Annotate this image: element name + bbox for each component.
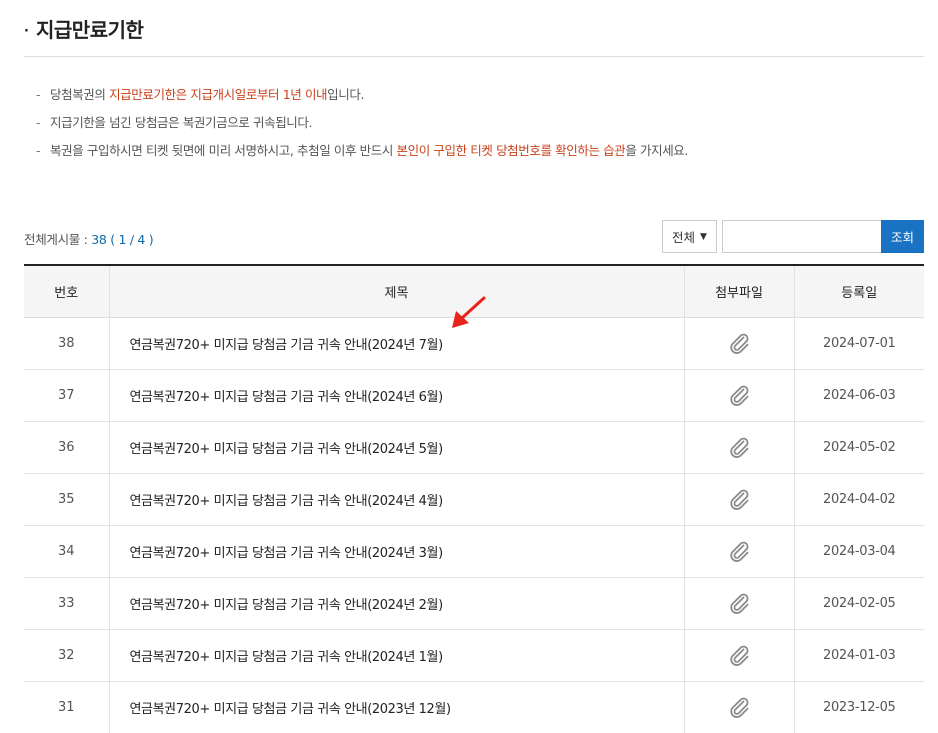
notice-list: - 당첨복권의 지급만료기한은 지급개시일로부터 1년 이내입니다. - 지급기한을 …	[36, 84, 688, 168]
page-header: · 지급만료기한	[24, 14, 924, 57]
row-attachment-cell	[684, 421, 795, 474]
row-attachment-cell	[684, 681, 795, 733]
row-title-cell: 연금복권720+ 미지급 당첨금 기금 귀속 안내(2024년 4월)	[109, 473, 685, 526]
search-button[interactable]: 조회	[881, 220, 924, 253]
column-header-date: 등록일	[794, 264, 924, 318]
notice-dash: -	[36, 143, 41, 158]
board-table: 번호 제목 첨부파일 등록일 38 연금복권720+ 미지급 당첨금 기금 귀속 …	[24, 264, 924, 733]
paperclip-icon[interactable]	[727, 331, 751, 355]
row-date: 2024-07-01	[794, 317, 924, 370]
row-number: 38	[24, 317, 110, 370]
notice-text: 을 가지세요.	[625, 143, 688, 158]
row-attachment-cell	[684, 473, 795, 526]
row-date: 2023-12-05	[794, 681, 924, 733]
notice-dash: -	[36, 87, 41, 102]
column-header-number: 번호	[24, 264, 110, 318]
row-number: 36	[24, 421, 110, 474]
row-number: 35	[24, 473, 110, 526]
row-title-cell: 연금복권720+ 미지급 당첨금 기금 귀속 안내(2024년 1월)	[109, 629, 685, 682]
row-attachment-cell	[684, 525, 795, 578]
row-number: 31	[24, 681, 110, 733]
total-count: 38	[91, 232, 107, 247]
table-row[interactable]: 36 연금복권720+ 미지급 당첨금 기금 귀속 안내(2024년 5월) 202…	[24, 421, 924, 474]
row-title-link[interactable]: 연금복권720+ 미지급 당첨금 기금 귀속 안내(2024년 5월)	[130, 442, 444, 457]
table-row[interactable]: 34 연금복권720+ 미지급 당첨금 기금 귀속 안내(2024년 3월) 202…	[24, 525, 924, 578]
row-attachment-cell	[684, 629, 795, 682]
total-label: 전체게시물 :	[24, 232, 92, 247]
column-header-title: 제목	[109, 264, 685, 318]
table-row[interactable]: 37 연금복권720+ 미지급 당첨금 기금 귀속 안내(2024년 6월) 202…	[24, 369, 924, 422]
title-bullet: ·	[24, 24, 29, 39]
paperclip-icon[interactable]	[727, 695, 751, 719]
row-title-cell: 연금복권720+ 미지급 당첨금 기금 귀속 안내(2024년 6월)	[109, 369, 685, 422]
search-category-value: 전체	[672, 230, 696, 245]
row-attachment-cell	[684, 317, 795, 370]
notice-text: 당첨복권의	[50, 87, 110, 102]
row-title-link[interactable]: 연금복권720+ 미지급 당첨금 기금 귀속 안내(2024년 6월)	[130, 390, 444, 405]
board-info: 전체게시물 : 38 ( 1 / 4 )	[24, 229, 154, 248]
row-number: 32	[24, 629, 110, 682]
paperclip-icon[interactable]	[727, 539, 751, 563]
row-date: 2024-06-03	[794, 369, 924, 422]
column-header-attachment: 첨부파일	[684, 264, 795, 318]
caret-down-icon: ▼	[700, 231, 707, 242]
paperclip-icon[interactable]	[727, 591, 751, 615]
page-title: 지급만료기한	[36, 18, 144, 42]
row-date: 2024-01-03	[794, 629, 924, 682]
notice-highlight: 본인이 구입한 티켓 당첨번호를 확인하는 습관	[396, 143, 626, 158]
row-title-cell: 연금복권720+ 미지급 당첨금 기금 귀속 안내(2024년 2월)	[109, 577, 685, 630]
row-title-link[interactable]: 연금복권720+ 미지급 당첨금 기금 귀속 안내(2024년 2월)	[130, 598, 444, 613]
row-date: 2024-05-02	[794, 421, 924, 474]
paperclip-icon[interactable]	[727, 643, 751, 667]
row-title-link[interactable]: 연금복권720+ 미지급 당첨금 기금 귀속 안내(2023년 12월)	[130, 702, 452, 717]
notice-text: 지급기한을 넘긴 당첨금은 복권기금으로 귀속됩니다.	[50, 115, 313, 130]
row-number: 37	[24, 369, 110, 422]
paperclip-icon[interactable]	[727, 383, 751, 407]
table-row[interactable]: 32 연금복권720+ 미지급 당첨금 기금 귀속 안내(2024년 1월) 202…	[24, 629, 924, 682]
page-info: ( 1 / 4 )	[106, 232, 154, 247]
search-input[interactable]	[722, 220, 882, 253]
row-title-link[interactable]: 연금복권720+ 미지급 당첨금 기금 귀속 안내(2024년 7월)	[130, 338, 444, 353]
notice-item: - 복권을 구입하시면 티켓 뒷면에 미리 서명하시고, 추첨일 이후 반드시 본…	[36, 140, 688, 168]
table-row[interactable]: 33 연금복권720+ 미지급 당첨금 기금 귀속 안내(2024년 2월) 202…	[24, 577, 924, 630]
row-number: 34	[24, 525, 110, 578]
row-title-cell: 연금복권720+ 미지급 당첨금 기금 귀속 안내(2024년 3월)	[109, 525, 685, 578]
row-title-cell: 연금복권720+ 미지급 당첨금 기금 귀속 안내(2024년 7월)	[109, 317, 685, 370]
notice-dash: -	[36, 115, 41, 130]
paperclip-icon[interactable]	[727, 487, 751, 511]
row-title-link[interactable]: 연금복권720+ 미지급 당첨금 기금 귀속 안내(2024년 1월)	[130, 650, 444, 665]
row-date: 2024-02-05	[794, 577, 924, 630]
table-row[interactable]: 35 연금복권720+ 미지급 당첨금 기금 귀속 안내(2024년 4월) 202…	[24, 473, 924, 526]
table-row[interactable]: 31 연금복권720+ 미지급 당첨금 기금 귀속 안내(2023년 12월) 20…	[24, 681, 924, 733]
search-category-select[interactable]: 전체 ▼	[662, 220, 717, 253]
row-title-cell: 연금복권720+ 미지급 당첨금 기금 귀속 안내(2024년 5월)	[109, 421, 685, 474]
row-attachment-cell	[684, 577, 795, 630]
table-body: 38 연금복권720+ 미지급 당첨금 기금 귀속 안내(2024년 7월) 202…	[24, 317, 924, 733]
row-date: 2024-04-02	[794, 473, 924, 526]
annotation-arrow-icon	[452, 296, 486, 328]
paperclip-icon[interactable]	[727, 435, 751, 459]
notice-item: - 당첨복권의 지급만료기한은 지급개시일로부터 1년 이내입니다.	[36, 84, 688, 112]
row-number: 33	[24, 577, 110, 630]
row-attachment-cell	[684, 369, 795, 422]
row-title-cell: 연금복권720+ 미지급 당첨금 기금 귀속 안내(2023년 12월)	[109, 681, 685, 733]
notice-highlight: 지급만료기한은 지급개시일로부터 1년 이내	[109, 87, 328, 102]
notice-item: - 지급기한을 넘긴 당첨금은 복권기금으로 귀속됩니다.	[36, 112, 688, 140]
row-title-link[interactable]: 연금복권720+ 미지급 당첨금 기금 귀속 안내(2024년 4월)	[130, 494, 444, 509]
notice-text: 입니다.	[327, 87, 365, 102]
row-date: 2024-03-04	[794, 525, 924, 578]
notice-text: 복권을 구입하시면 티켓 뒷면에 미리 서명하시고, 추첨일 이후 반드시	[50, 143, 397, 158]
row-title-link[interactable]: 연금복권720+ 미지급 당첨금 기금 귀속 안내(2024년 3월)	[130, 546, 444, 561]
